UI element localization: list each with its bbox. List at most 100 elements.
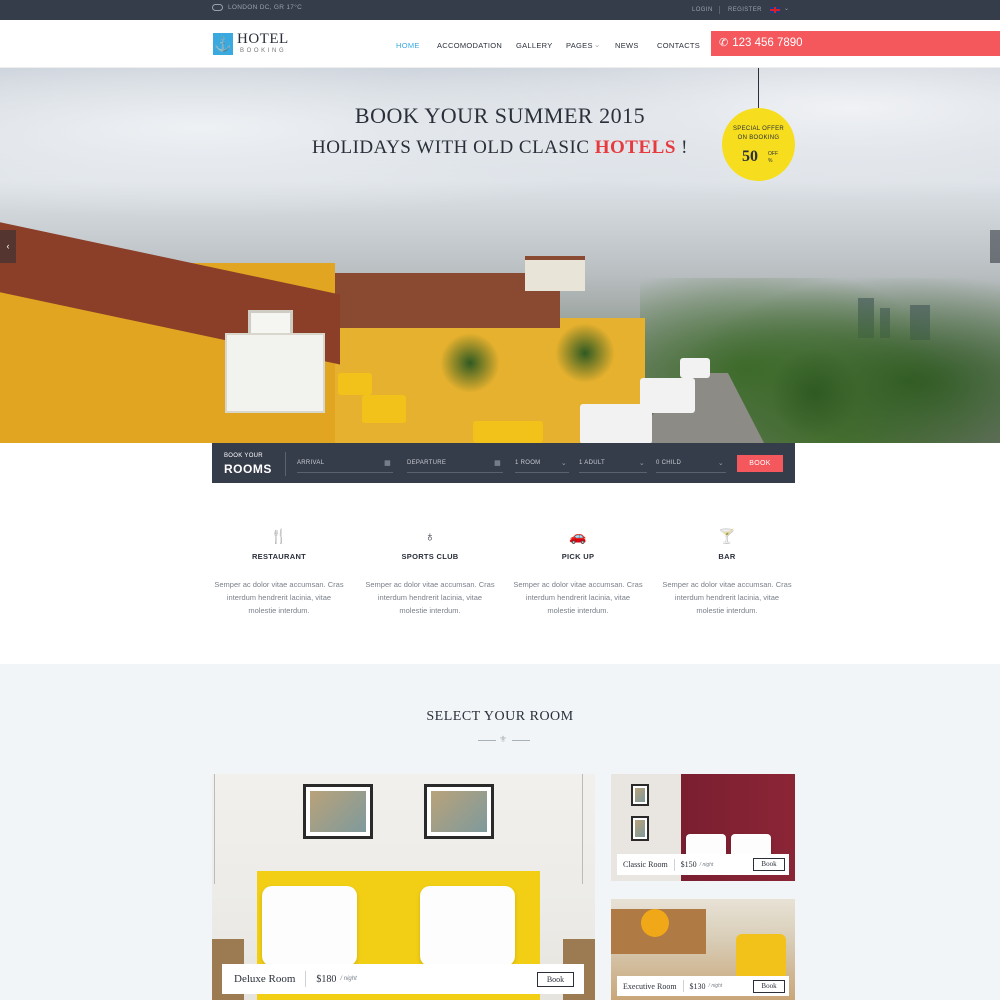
room-name: Deluxe Room — [234, 973, 296, 985]
cocktail-icon: 🍸 — [718, 528, 736, 544]
calendar-icon[interactable]: ▦ — [494, 459, 501, 467]
feature-title: SPORTS CLUB — [401, 552, 459, 561]
hero-slider: BOOK YOUR SUMMER 2015 HOLIDAYS WITH OLD … — [0, 68, 1000, 443]
book-room-button[interactable]: Book — [537, 971, 574, 987]
uk-flag-icon[interactable] — [770, 7, 780, 13]
chevron-down-icon: ⌄ — [560, 460, 567, 467]
room-price: $180 — [316, 973, 337, 985]
divider — [673, 858, 675, 871]
chair — [641, 909, 669, 937]
nav-gallery[interactable]: GALLERY — [516, 41, 553, 50]
room-price: $150 — [680, 860, 697, 869]
chevron-down-icon[interactable]: ⌄ — [784, 5, 789, 12]
room-price: $130 — [689, 981, 706, 991]
sky-background — [0, 68, 1000, 268]
palm-tree — [555, 323, 615, 383]
divider — [682, 980, 684, 992]
palm-tree — [770, 348, 860, 438]
fleur-icon: ⚜ — [499, 734, 508, 744]
weather-info: LONDON DC, GR 17°C — [212, 4, 302, 11]
feature-description: Semper ac dolor vitae accumsan. Cras int… — [365, 580, 495, 615]
rooms-value: 1 ROOM — [515, 460, 541, 466]
adults-value: 1 ADULT — [579, 460, 605, 466]
hero-title-highlight: HOTELS — [594, 137, 676, 158]
nav-pages[interactable]: PAGES — [566, 41, 593, 50]
nav-news[interactable]: NEWS — [615, 41, 639, 50]
cloud-icon — [212, 4, 223, 11]
balcony — [225, 333, 325, 413]
feature-title: PICK UP — [561, 552, 595, 561]
taxi — [338, 373, 372, 395]
children-select[interactable]: 0 CHILD ⌄ — [656, 458, 726, 473]
top-bar: LONDON DC, GR 17°C LOGIN REGISTER ⌄ — [0, 0, 1000, 20]
rooms-select[interactable]: 1 ROOM ⌄ — [515, 458, 569, 473]
pillow — [420, 886, 515, 966]
departure-placeholder: DEPARTURE — [407, 460, 447, 466]
departure-field[interactable]: DEPARTURE ▦ — [407, 458, 503, 473]
register-link[interactable]: REGISTER — [728, 7, 762, 13]
room-info-bar: Executive Room $130 / night Book — [617, 976, 789, 996]
nav-contacts[interactable]: CONTACTS — [657, 41, 700, 50]
feature-pick-up: 🚗 PICK UP Semper ac dolor vitae accumsan… — [503, 528, 653, 617]
feature-description: Semper ac dolor vitae accumsan. Cras int… — [214, 580, 344, 615]
booking-form: BOOK YOUR ROOMS ARRIVAL ▦ DEPARTURE ▦ 1 … — [212, 443, 795, 483]
badge-off: OFF — [768, 151, 778, 157]
calendar-icon[interactable]: ▦ — [384, 459, 391, 467]
nav-home[interactable]: HOME — [396, 41, 420, 50]
adults-select[interactable]: 1 ADULT ⌄ — [579, 458, 647, 473]
hero-title-line1: BOOK YOUR SUMMER 2015 — [354, 103, 646, 128]
badge-line2: ON BOOKING — [737, 135, 780, 141]
chevron-down-icon: ⌄ — [717, 460, 724, 467]
wall-picture — [631, 816, 649, 841]
logo-title[interactable]: HOTEL — [237, 31, 289, 48]
room-card-executive[interactable]: Executive Room $130 / night Book — [611, 899, 795, 1000]
arrival-placeholder: ARRIVAL — [297, 460, 325, 466]
car-icon: 🚗 — [569, 528, 587, 544]
children-value: 0 CHILD — [656, 460, 682, 466]
booking-label-small: BOOK YOUR — [224, 453, 263, 459]
section-title: SELECT YOUR ROOM — [426, 709, 574, 724]
main-header: ⚓ HOTEL BOOKING HOME ACCOMODATION GALLER… — [0, 20, 1000, 68]
lamp-cord — [214, 774, 215, 884]
room-card-deluxe[interactable]: Deluxe Room $180 / night Book — [212, 774, 595, 1000]
special-offer-badge[interactable]: SPECIAL OFFER ON BOOKING 50 OFF % — [722, 108, 795, 181]
chevron-down-icon[interactable]: ⌄ — [594, 40, 601, 49]
car — [680, 358, 710, 378]
wall-picture — [303, 784, 373, 839]
badge-percent: % — [768, 158, 773, 164]
book-room-button[interactable]: Book — [753, 979, 785, 993]
arrival-field[interactable]: ARRIVAL ▦ — [297, 458, 393, 473]
book-room-button[interactable]: Book — [753, 858, 785, 871]
feature-title: RESTAURANT — [251, 552, 307, 561]
phone-banner[interactable]: ✆ 123 456 7890 — [711, 31, 1000, 56]
booking-divider — [285, 452, 286, 476]
ornament-divider: ⚜ — [478, 734, 530, 744]
taxi — [362, 395, 406, 423]
room-info-bar: Classic Room $150 / night Book — [617, 854, 789, 875]
hero-title-suffix: ! — [675, 137, 688, 158]
chevron-down-icon: ⌄ — [638, 460, 645, 467]
book-button[interactable]: BOOK — [737, 455, 783, 472]
price-unit: / night — [708, 983, 723, 989]
logo-subtitle: BOOKING — [240, 48, 287, 54]
badge-line1: SPECIAL OFFER — [732, 126, 785, 132]
hero-title-line2: HOLIDAYS WITH OLD CLASIC HOTELS ! — [0, 137, 1000, 159]
feature-restaurant: 🍴 RESTAURANT Semper ac dolor vitae accum… — [204, 528, 354, 617]
anchor-icon[interactable]: ⚓ — [213, 33, 233, 55]
rooms-section: SELECT YOUR ROOM ⚜ Deluxe Room $180 / ni… — [0, 664, 1000, 1000]
room-name: Executive Room — [623, 981, 677, 991]
weather-text: LONDON DC, GR 17°C — [228, 4, 303, 11]
wall-picture — [631, 784, 649, 806]
login-link[interactable]: LOGIN — [692, 7, 713, 13]
feature-sports-club: ♁ SPORTS CLUB Semper ac dolor vitae accu… — [355, 528, 505, 617]
phone-number: 123 456 7890 — [732, 37, 803, 49]
palm-tree — [440, 333, 500, 393]
nav-accomodation[interactable]: ACCOMODATION — [437, 41, 502, 50]
feature-description: Semper ac dolor vitae accumsan. Cras int… — [662, 580, 792, 615]
room-name: Classic Room — [623, 860, 668, 869]
room-card-classic[interactable]: Classic Room $150 / night Book — [611, 774, 795, 881]
slider-next-arrow[interactable] — [990, 230, 1000, 263]
slider-prev-arrow[interactable]: ‹ — [0, 230, 16, 263]
badge-value: 50 — [742, 148, 758, 165]
feature-title: BAR — [718, 552, 736, 561]
